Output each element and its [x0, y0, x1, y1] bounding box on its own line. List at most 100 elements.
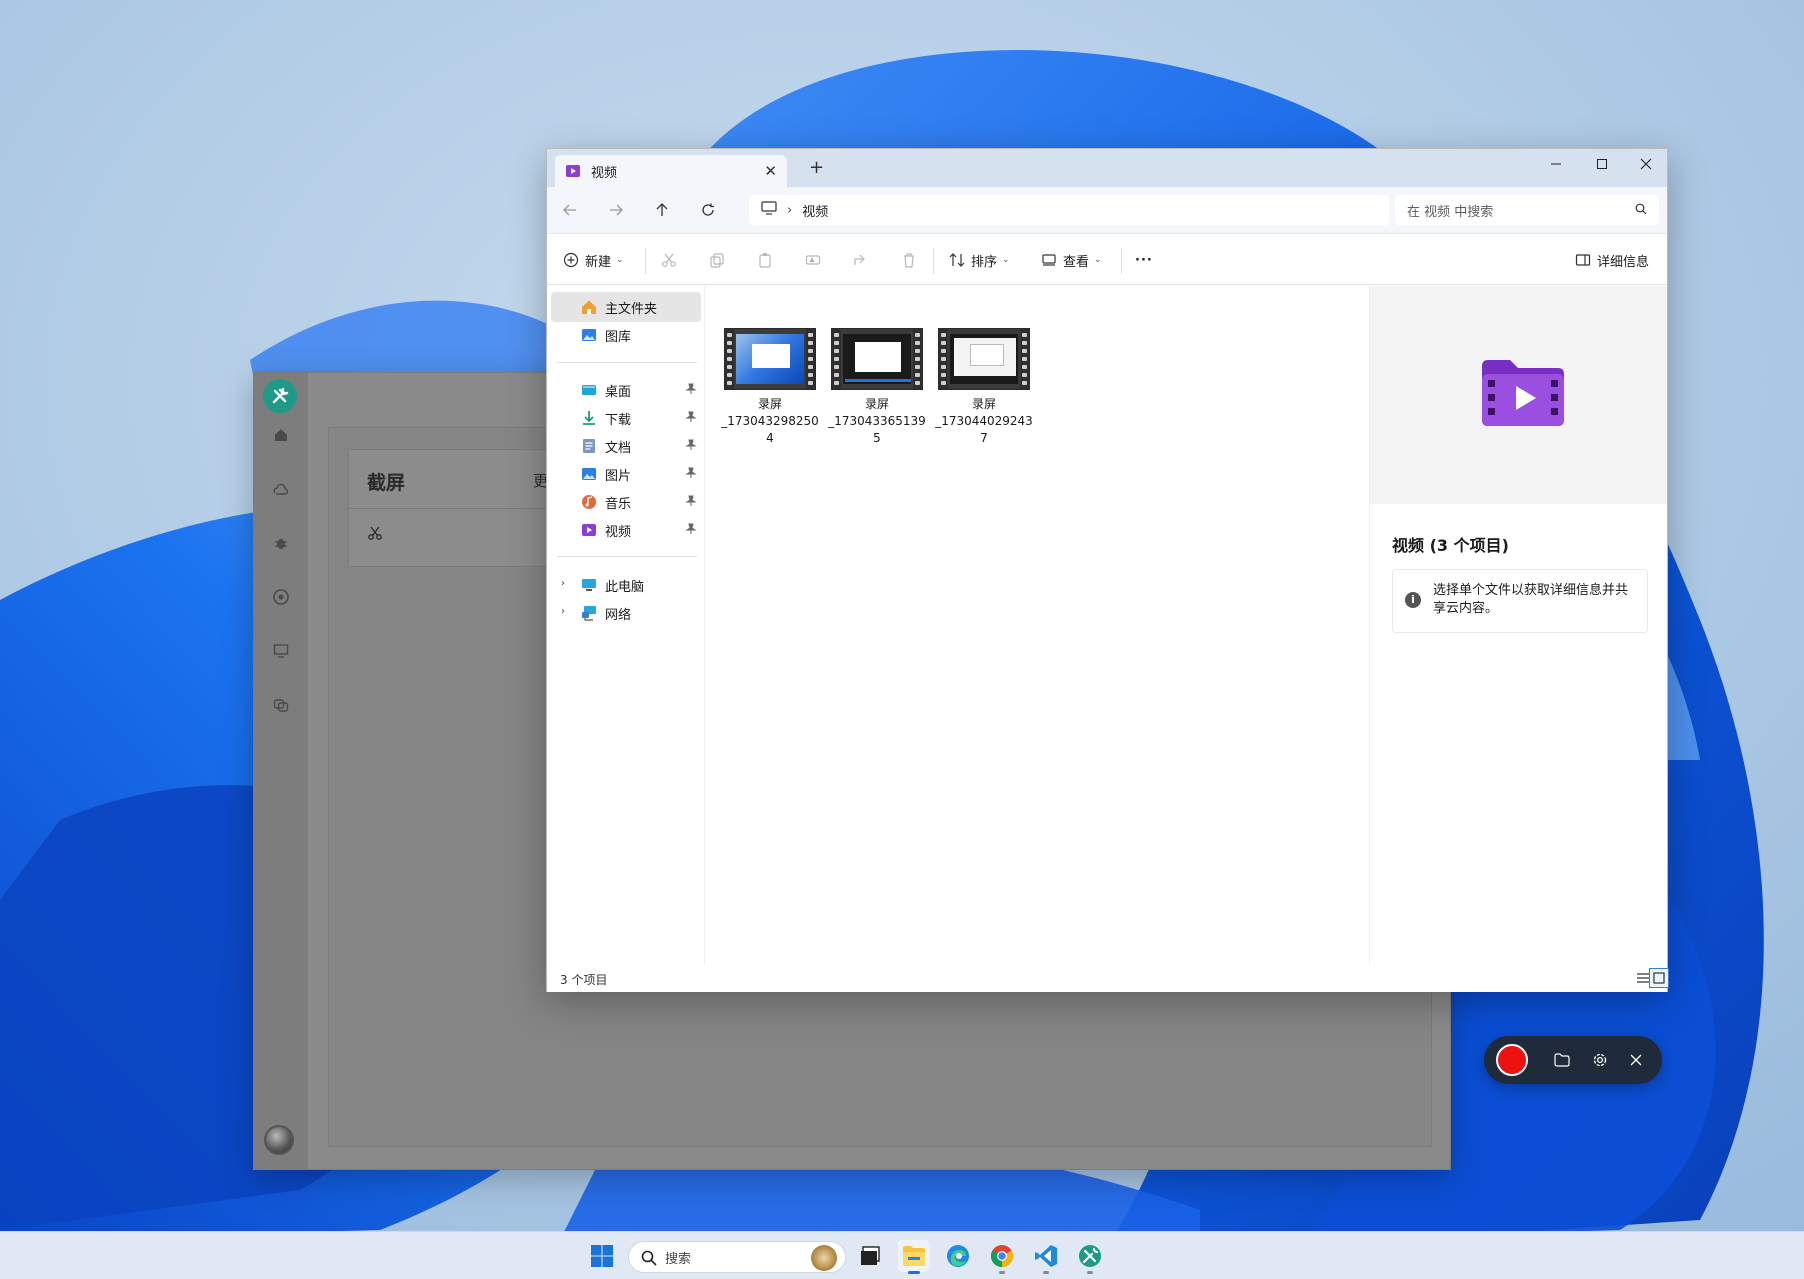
- pin-icon[interactable]: [685, 411, 697, 423]
- chrome-taskbar-button[interactable]: [986, 1240, 1018, 1274]
- start-button[interactable]: [586, 1240, 618, 1272]
- sidebar-item-videos[interactable]: 视频: [551, 515, 701, 545]
- refresh-button[interactable]: [695, 197, 721, 223]
- bug-icon[interactable]: [271, 533, 291, 553]
- expand-chevron-icon[interactable]: ›: [561, 578, 565, 589]
- copy-windows-icon[interactable]: [271, 695, 291, 715]
- breadcrumb-videos[interactable]: 视频: [802, 201, 828, 220]
- copy-button[interactable]: [709, 248, 725, 272]
- desktop-folder-icon: [582, 385, 596, 395]
- video-thumbnail: [938, 328, 1030, 390]
- breadcrumb-chevron-icon[interactable]: ›: [787, 203, 792, 218]
- rename-button[interactable]: [805, 248, 821, 272]
- plus-circle-icon: [563, 252, 579, 268]
- forward-button[interactable]: [603, 197, 629, 223]
- file-item[interactable]: 录屏 _173043298250 4: [718, 328, 822, 447]
- sidebar-item-label: 文档: [605, 440, 632, 456]
- sidebar-item-label: 主文件夹: [605, 301, 658, 317]
- search-placeholder: 在 视频 中搜索: [1407, 204, 1494, 220]
- close-tab-icon[interactable]: ✕: [764, 162, 777, 180]
- view-label: 查看: [1063, 254, 1090, 270]
- copy-icon: [710, 253, 724, 268]
- sidebar-item-music[interactable]: 音乐: [551, 487, 701, 517]
- divider: [933, 248, 934, 274]
- tiles-view-button[interactable]: [1649, 968, 1669, 988]
- details-info-box: i 选择单个文件以获取详细信息并共享云内容。: [1392, 569, 1648, 633]
- address-bar[interactable]: › 视频: [749, 195, 1389, 225]
- vscode-taskbar-button[interactable]: [1030, 1240, 1062, 1274]
- screen-tool-taskbar-button[interactable]: [1074, 1240, 1106, 1274]
- sort-label: 排序: [971, 254, 998, 270]
- new-tab-button[interactable]: +: [809, 157, 824, 178]
- sidebar-item-network[interactable]: › 网络: [551, 598, 701, 628]
- view-button[interactable]: 查看 ⌄: [1041, 248, 1102, 272]
- delete-button[interactable]: [901, 248, 917, 272]
- file-name-line: _173043365139: [828, 414, 926, 428]
- details-label: 详细信息: [1597, 254, 1650, 270]
- maximize-button[interactable]: [1579, 149, 1625, 179]
- cut-button[interactable]: [661, 248, 677, 272]
- divider: [1121, 248, 1122, 274]
- view-icon: [1042, 254, 1056, 266]
- minimize-button[interactable]: [1533, 149, 1579, 179]
- back-button[interactable]: [557, 197, 583, 223]
- new-button[interactable]: 新建 ⌄: [563, 248, 624, 272]
- sidebar-item-label: 网络: [605, 607, 632, 623]
- file-explorer-taskbar-button[interactable]: [898, 1240, 930, 1274]
- chrome-icon[interactable]: [271, 587, 291, 607]
- details-title: 视频 (3 个项目): [1392, 536, 1509, 555]
- record-button[interactable]: [1496, 1044, 1528, 1076]
- file-name-line: 录屏: [971, 397, 996, 411]
- title-bar: 视频 ✕ +: [547, 149, 1667, 187]
- home-icon[interactable]: [271, 425, 291, 445]
- sidebar-item-pictures[interactable]: 图片: [551, 459, 701, 489]
- pin-icon[interactable]: [685, 467, 697, 479]
- sort-button[interactable]: 排序 ⌄: [949, 248, 1010, 272]
- search-icon[interactable]: [1635, 203, 1647, 219]
- screen-tool-logo-icon[interactable]: [263, 379, 297, 413]
- more-options-button[interactable]: ···: [1135, 248, 1153, 272]
- sidebar-item-documents[interactable]: 文档: [551, 431, 701, 461]
- tab-videos[interactable]: 视频 ✕: [555, 155, 787, 187]
- sidebar-item-label: 此电脑: [605, 579, 645, 595]
- running-indicator: [1043, 1271, 1049, 1274]
- sidebar-item-desktop[interactable]: 桌面: [551, 375, 701, 405]
- file-item[interactable]: 录屏 _173044029243 7: [932, 328, 1036, 447]
- video-thumbnail: [831, 328, 923, 390]
- paste-button[interactable]: [757, 248, 773, 272]
- close-icon[interactable]: [1626, 1050, 1646, 1070]
- folder-icon[interactable]: [1552, 1050, 1572, 1070]
- sidebar-item-this-pc[interactable]: › 此电脑: [551, 570, 701, 600]
- pin-icon[interactable]: [685, 495, 697, 507]
- cloud-sun-icon[interactable]: [271, 479, 291, 499]
- task-view-icon: [861, 1246, 880, 1265]
- pin-icon[interactable]: [685, 383, 697, 395]
- music-icon: [582, 495, 596, 509]
- this-pc-icon[interactable]: [761, 201, 777, 219]
- search-box[interactable]: 在 视频 中搜索: [1395, 195, 1659, 225]
- sidebar-item-gallery[interactable]: 图库: [551, 320, 701, 350]
- pin-icon[interactable]: [685, 439, 697, 451]
- chevron-down-icon: ⌄: [1002, 255, 1010, 265]
- paste-icon: [759, 253, 771, 268]
- file-item[interactable]: 录屏 _173043365139 5: [825, 328, 929, 447]
- user-avatar[interactable]: [264, 1125, 294, 1155]
- gear-icon[interactable]: [1590, 1050, 1610, 1070]
- tiles-view-icon: [1653, 972, 1665, 984]
- vscode-icon: [1035, 1245, 1057, 1267]
- pin-icon[interactable]: [685, 523, 697, 535]
- taskbar-search[interactable]: 搜索: [628, 1241, 846, 1273]
- monitor-icon[interactable]: [271, 641, 291, 661]
- edge-taskbar-button[interactable]: [942, 1240, 974, 1272]
- taskbar-search-placeholder: 搜索: [665, 1251, 692, 1267]
- edge-icon: [947, 1245, 969, 1267]
- details-pane-button[interactable]: 详细信息: [1575, 248, 1649, 272]
- expand-chevron-icon[interactable]: ›: [561, 606, 565, 617]
- sidebar-item-home[interactable]: 主文件夹: [551, 292, 701, 322]
- sidebar-item-downloads[interactable]: 下载: [551, 403, 701, 433]
- up-button[interactable]: [649, 197, 675, 223]
- share-button[interactable]: [853, 248, 869, 272]
- scissors-icon[interactable]: [367, 525, 383, 545]
- task-view-button[interactable]: [854, 1240, 886, 1272]
- close-window-button[interactable]: [1623, 149, 1669, 179]
